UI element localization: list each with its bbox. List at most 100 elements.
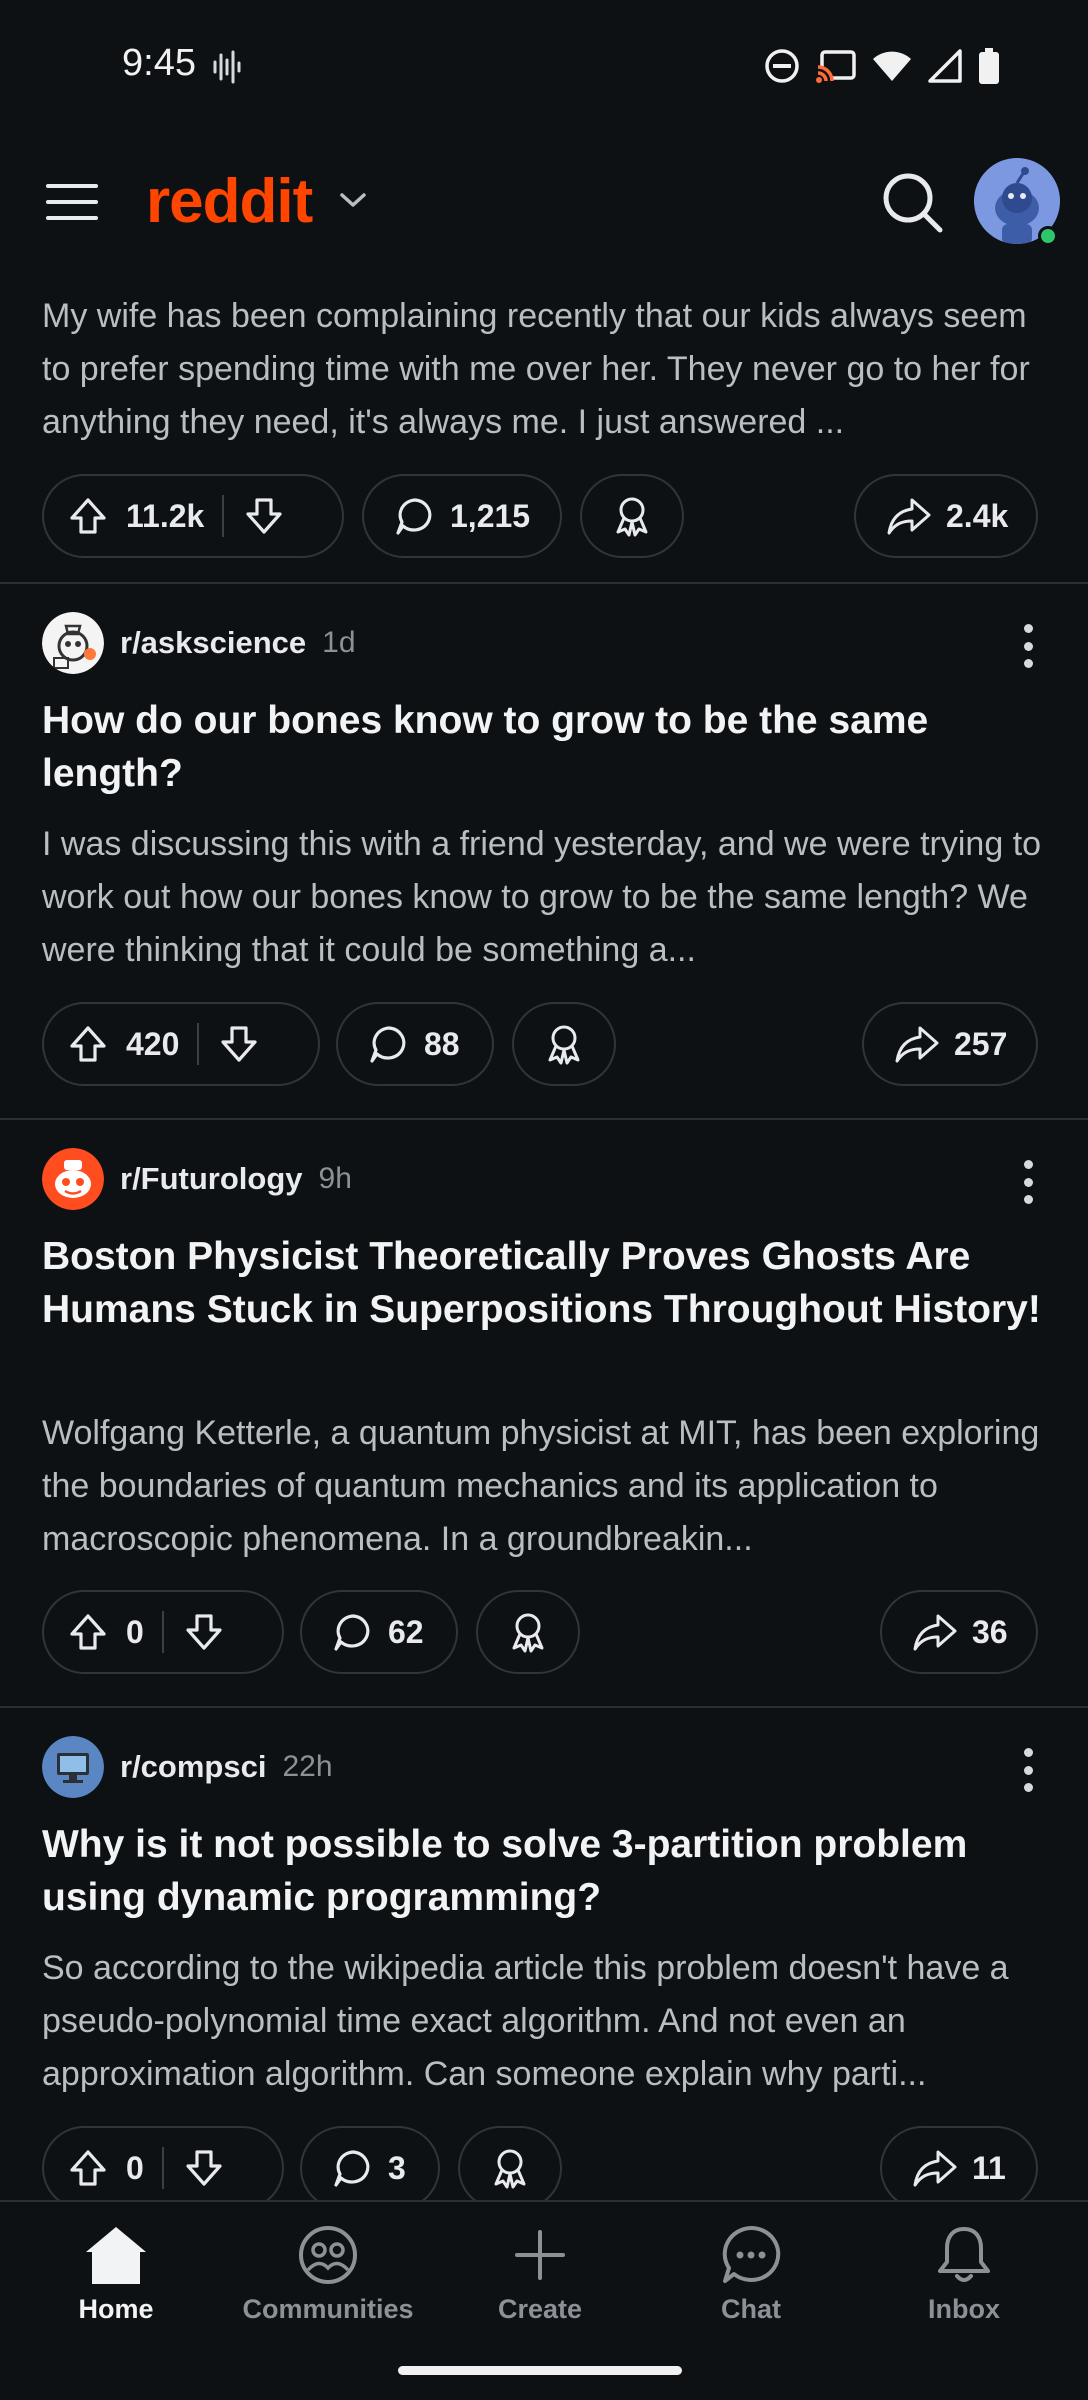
post-header: r/Futurology 9h	[42, 1148, 352, 1210]
comment-icon	[334, 2150, 370, 2187]
share-count: 11	[972, 2149, 1006, 2186]
upvote-icon[interactable]	[68, 2148, 108, 2188]
comment-icon	[334, 1614, 370, 1651]
award-button[interactable]	[580, 474, 684, 558]
post-actions: 420 88 257	[42, 1002, 1048, 1086]
feed: My wife has been complaining recently th…	[0, 280, 1088, 2200]
award-button[interactable]	[458, 2126, 562, 2200]
share-icon	[913, 2150, 957, 2187]
share-button[interactable]: 36	[880, 1590, 1038, 1674]
nav-inbox[interactable]: Inbox	[864, 2224, 1064, 2325]
post-title[interactable]: Why is it not possible to solve 3-partit…	[42, 1818, 1042, 1924]
share-icon	[887, 498, 931, 535]
chevron-down-icon[interactable]	[338, 190, 368, 210]
award-button[interactable]	[512, 1002, 616, 1086]
nav-label: Create	[497, 2294, 583, 2324]
do-not-disturb-icon	[765, 49, 799, 83]
nav-create[interactable]: Create	[440, 2224, 640, 2325]
post-title[interactable]: How do our bones know to grow to be the …	[42, 694, 1042, 800]
share-icon	[895, 1026, 939, 1063]
comment-icon	[396, 498, 432, 535]
status-time: 9:45	[122, 42, 196, 84]
share-count: 257	[954, 1025, 1008, 1062]
nav-label: Home	[78, 2294, 154, 2324]
comments-button[interactable]: 88	[336, 1002, 494, 1086]
post-actions: 0 62 36	[42, 1590, 1048, 1674]
upvote-icon[interactable]	[68, 1024, 108, 1064]
vote-separator	[161, 1611, 164, 1653]
post-actions: 0 3 11	[42, 2126, 1048, 2200]
nav-communities[interactable]: Communities	[228, 2224, 428, 2325]
upvote-icon[interactable]	[68, 496, 108, 536]
award-icon	[616, 497, 648, 537]
post-card[interactable]: My wife has been complaining recently th…	[0, 280, 1088, 584]
post-options-icon[interactable]	[1022, 1748, 1034, 1792]
comments-button[interactable]: 3	[300, 2126, 440, 2200]
comment-icon	[370, 1026, 406, 1063]
vote-separator	[161, 2147, 164, 2189]
home-icon	[86, 2227, 146, 2284]
comments-button[interactable]: 1,215	[362, 474, 562, 558]
award-icon	[512, 1613, 544, 1653]
post-body: My wife has been complaining recently th…	[42, 297, 1030, 441]
share-button[interactable]: 2.4k	[854, 474, 1038, 558]
downvote-icon[interactable]	[244, 496, 284, 536]
vote-pill: 11.2k	[42, 474, 344, 558]
vote-pill: 0	[42, 1590, 284, 1674]
comments-button[interactable]: 62	[300, 1590, 458, 1674]
subreddit-icon[interactable]	[42, 1148, 104, 1210]
downvote-icon[interactable]	[184, 2148, 224, 2188]
sound-wave-icon	[213, 50, 241, 84]
wifi-icon	[873, 51, 911, 81]
vote-count: 0	[126, 1613, 144, 1650]
subreddit-icon[interactable]	[42, 1736, 104, 1798]
award-button[interactable]	[476, 1590, 580, 1674]
share-button[interactable]: 11	[880, 2126, 1038, 2200]
comment-count: 3	[388, 2149, 406, 2186]
vote-count: 420	[126, 1025, 180, 1062]
share-count: 2.4k	[946, 497, 1009, 534]
upvote-icon[interactable]	[68, 1612, 108, 1652]
vote-separator	[222, 495, 225, 537]
downvote-icon[interactable]	[219, 1024, 259, 1064]
reddit-logo[interactable]: reddit	[146, 166, 313, 237]
menu-icon[interactable]	[46, 182, 98, 222]
signal-icon	[928, 49, 962, 83]
communities-icon	[299, 2226, 357, 2284]
post-card[interactable]: r/askscience 1d How do our bones know to…	[0, 584, 1088, 1120]
comment-count: 62	[388, 1613, 424, 1650]
post-options-icon[interactable]	[1022, 1160, 1034, 1204]
post-card[interactable]: r/compsci 22h Why is it not possible to …	[0, 1708, 1088, 2200]
award-icon	[548, 1025, 580, 1065]
subreddit-name[interactable]: r/Futurology	[120, 1161, 303, 1197]
vote-separator	[197, 1023, 200, 1065]
post-actions: 11.2k 1,215 2.4k	[42, 474, 1048, 558]
award-icon	[494, 2149, 526, 2189]
post-options-icon[interactable]	[1022, 624, 1034, 668]
post-body: Wolfgang Ketterle, a quantum physicist a…	[42, 1414, 1040, 1558]
vote-pill: 0	[42, 2126, 284, 2200]
status-icons	[764, 48, 1000, 84]
nav-home[interactable]: Home	[16, 2224, 216, 2325]
post-age: 9h	[318, 1162, 352, 1195]
nav-chat[interactable]: Chat	[651, 2224, 851, 2325]
post-age: 1d	[322, 626, 356, 659]
online-status-dot	[1038, 226, 1058, 246]
vote-count: 11.2k	[126, 497, 205, 534]
home-indicator[interactable]	[398, 2366, 682, 2375]
subreddit-name[interactable]: r/compsci	[120, 1749, 266, 1785]
status-bar: 9:45	[0, 0, 1088, 130]
subreddit-icon[interactable]	[42, 612, 104, 674]
post-card[interactable]: r/Futurology 9h Boston Physicist Theoret…	[0, 1120, 1088, 1708]
search-icon[interactable]	[880, 170, 946, 236]
downvote-icon[interactable]	[184, 1612, 224, 1652]
plus-icon	[515, 2230, 565, 2280]
app-header: reddit	[0, 130, 1088, 280]
subreddit-name[interactable]: r/askscience	[120, 625, 306, 661]
post-header: r/compsci 22h	[42, 1736, 333, 1798]
chat-icon	[722, 2225, 781, 2283]
post-title[interactable]: Boston Physicist Theoretically Proves Gh…	[42, 1230, 1042, 1336]
share-icon	[913, 1614, 957, 1651]
nav-label: Chat	[721, 2294, 781, 2324]
share-button[interactable]: 257	[862, 1002, 1038, 1086]
